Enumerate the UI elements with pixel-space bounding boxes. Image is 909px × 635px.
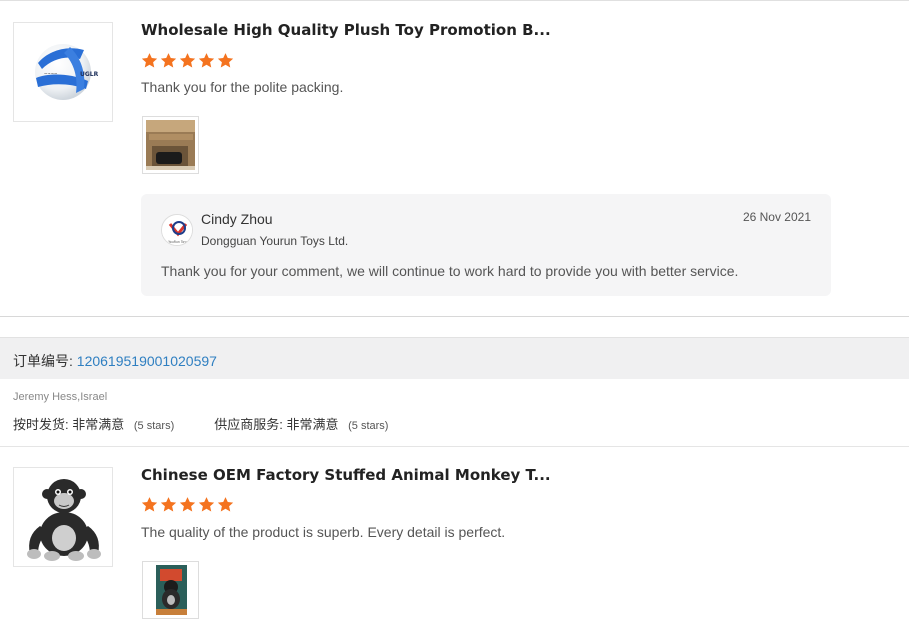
product-photo-image	[146, 565, 195, 615]
rating-stars	[141, 496, 234, 513]
product-title[interactable]: Chinese OEM Factory Stuffed Animal Monke…	[141, 466, 551, 484]
star-icon	[198, 497, 215, 512]
star-icon	[217, 497, 234, 512]
star-icon	[141, 497, 158, 512]
review-comment: The quality of the product is superb. Ev…	[141, 524, 506, 540]
gorilla-plush-image	[14, 468, 112, 566]
star-icon	[179, 497, 196, 512]
product-thumbnail[interactable]	[13, 467, 113, 567]
review-item: Chinese OEM Factory Stuffed Animal Monke…	[0, 0, 909, 635]
star-icon	[160, 497, 177, 512]
review-photo[interactable]	[142, 561, 199, 619]
